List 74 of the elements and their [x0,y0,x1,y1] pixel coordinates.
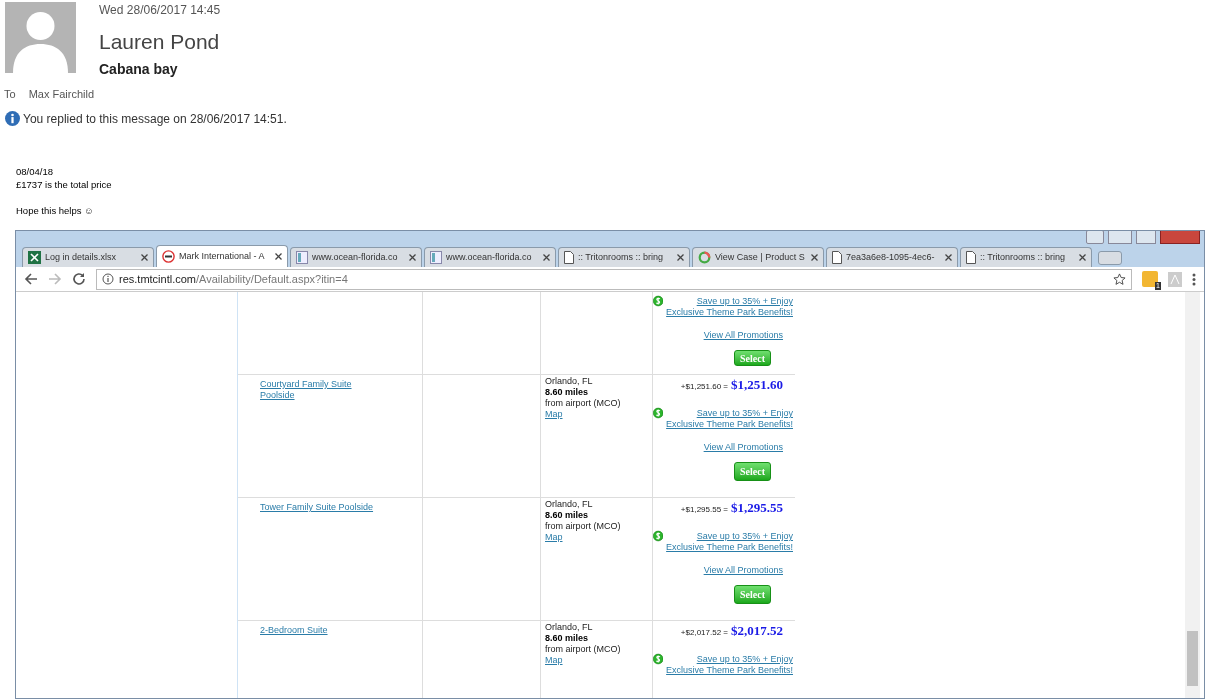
promotion-link[interactable]: Save up to 35% + Enjoy Exclusive Theme Park Benefits! [663,296,793,318]
close-icon[interactable] [141,254,148,261]
total-price: $1,251.60 [731,379,783,390]
airport-text: from airport (MCO) [545,644,621,655]
room-link[interactable]: 2-Bedroom Suite [260,625,385,636]
distance-text: 8.60 miles [545,387,589,398]
view-promotions-link[interactable]: View All Promotions [703,442,783,453]
browser-tab[interactable]: www.ocean-florida.co [290,247,422,267]
price-breakdown: +$1,251.60 = [680,381,728,392]
airport-text: from airport (MCO) [545,398,621,409]
scrollbar-thumb[interactable] [1187,631,1198,686]
browser-tab[interactable]: View Case | Product S [692,247,824,267]
to-label: To [4,87,16,102]
star-icon[interactable] [1113,272,1126,286]
browser-tab[interactable]: :: Tritonrooms :: bring [960,247,1092,267]
logo-icon [162,250,175,263]
address-bar[interactable]: res.tmtcintl.com/Availability/Default.aspx?itin=4 [96,268,1132,290]
location-text: Orlando, FL [545,622,593,633]
body-text: Hope this helps ☺ [16,203,95,217]
browser-tab[interactable]: Log in details.xlsx [22,247,154,267]
browser-tab[interactable]: 7ea3a6e8-1095-4ec6- [826,247,958,267]
total-price: $1,295.55 [731,502,783,513]
sender-name: Lauren Pond [99,29,221,55]
reload-icon[interactable] [72,272,86,286]
close-icon[interactable] [677,254,684,261]
body-text: 08/04/18 [16,164,54,178]
body-text: £1737 is the total price [16,177,113,191]
recipient: Max Fairchild [28,87,95,102]
back-arrow-icon[interactable] [24,272,38,286]
menu-icon[interactable] [1192,272,1196,286]
browser-tab[interactable]: Mark International - A [156,245,288,267]
location-text: Orlando, FL [545,499,593,510]
close-icon[interactable] [811,254,818,261]
page-icon [832,251,842,264]
profile-button[interactable] [1086,231,1104,244]
close-icon[interactable] [409,254,416,261]
scrollbar[interactable] [1185,292,1200,698]
map-link[interactable]: Map [545,655,563,666]
map-link[interactable]: Map [545,532,563,543]
browser-tab[interactable]: :: Tritonrooms :: bring [558,247,690,267]
price-breakdown: +$1,295.55 = [680,504,728,515]
reply-notice: You replied to this message on 28/06/2017 14:51. [23,110,287,128]
promotion-link[interactable]: Save up to 35% + Enjoy Exclusive Theme Park Benefits! [663,408,793,430]
document-icon [430,251,442,264]
minimize-button[interactable] [1108,231,1132,244]
price-breakdown: +$2,017.52 = [680,627,728,638]
close-icon[interactable] [543,254,550,261]
email-subject: Cabana bay [99,60,179,78]
view-promotions-link[interactable]: View All Promotions [703,330,783,341]
distance-text: 8.60 miles [545,510,589,521]
page-icon [564,251,574,264]
info-icon [5,111,20,126]
map-link[interactable]: Map [545,409,563,420]
browser-tab[interactable]: www.ocean-florida.co [424,247,556,267]
view-promotions-link[interactable]: View All Promotions [703,565,783,576]
room-link[interactable]: Courtyard Family Suite Poolside [260,379,385,401]
room-link[interactable]: Tower Family Suite Poolside [260,502,385,513]
close-icon[interactable] [945,254,952,261]
promotion-link[interactable]: Save up to 35% + Enjoy Exclusive Theme Park Benefits! [663,654,793,676]
document-icon [296,251,308,264]
close-icon[interactable] [1079,254,1086,261]
airport-text: from airport (MCO) [545,521,621,532]
spreadsheet-icon [28,251,41,264]
total-price: $2,017.52 [731,625,783,636]
avatar [5,2,76,73]
distance-text: 8.60 miles [545,633,589,644]
ring-icon [698,251,711,264]
promotion-link[interactable]: Save up to 35% + Enjoy Exclusive Theme Park Benefits! [663,531,793,553]
page-icon [966,251,976,264]
location-text: Orlando, FL [545,376,593,387]
info-icon [102,273,114,285]
close-icon[interactable] [275,253,282,260]
email-date: Wed 28/06/2017 14:45 [99,3,221,17]
maximize-button[interactable] [1136,231,1156,244]
